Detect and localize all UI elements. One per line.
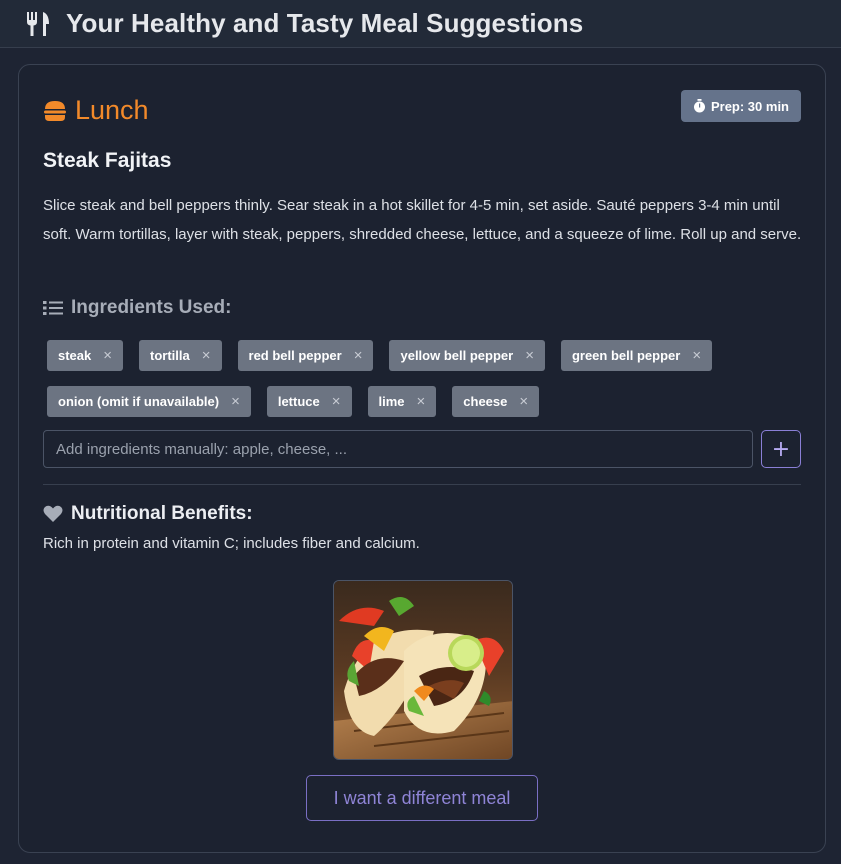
remove-ingredient-icon[interactable]: × bbox=[103, 347, 112, 364]
ingredient-tag-label: lime bbox=[378, 394, 405, 409]
page-title: Your Healthy and Tasty Meal Suggestions bbox=[66, 8, 584, 38]
meal-photo bbox=[333, 580, 513, 760]
meal-card: Lunch Prep: 30 min Steak Fajitas Slice s… bbox=[18, 64, 826, 853]
remove-ingredient-icon[interactable]: × bbox=[525, 347, 534, 364]
ingredients-heading: Ingredients Used: bbox=[43, 297, 231, 319]
prep-time-badge: Prep: 30 min bbox=[680, 90, 801, 122]
remove-ingredient-icon[interactable]: × bbox=[231, 393, 240, 410]
prep-time-label: Prep: 30 min bbox=[710, 98, 789, 114]
nutrition-description: Rich in protein and vitamin C; includes … bbox=[43, 535, 420, 552]
ingredient-tag-label: red bell pepper bbox=[248, 348, 342, 363]
app-header: Your Healthy and Tasty Meal Suggestions bbox=[0, 0, 841, 48]
nutrition-heading-label: Nutritional Benefits: bbox=[71, 503, 253, 524]
ingredient-tag: onion (omit if unavailable) × bbox=[47, 386, 251, 417]
ingredient-tag-label: green bell pepper bbox=[571, 348, 681, 363]
fork-knife-icon bbox=[27, 11, 49, 36]
ingredient-tag: lettuce × bbox=[266, 386, 352, 417]
ingredient-tag: cheese × bbox=[452, 386, 540, 417]
ingredient-tag-label: cheese bbox=[463, 394, 508, 409]
meal-description: Slice steak and bell peppers thinly. Sea… bbox=[43, 197, 802, 243]
remove-ingredient-icon[interactable]: × bbox=[519, 393, 528, 410]
ingredient-tag-label: yellow bell pepper bbox=[400, 348, 514, 363]
list-icon bbox=[43, 301, 63, 315]
remove-ingredient-icon[interactable]: × bbox=[202, 347, 211, 364]
remove-ingredient-icon[interactable]: × bbox=[692, 347, 701, 364]
ingredient-tag-label: tortilla bbox=[150, 348, 190, 363]
remove-ingredient-icon[interactable]: × bbox=[332, 393, 341, 410]
stopwatch-icon bbox=[693, 99, 705, 113]
ingredient-tag: green bell pepper × bbox=[560, 340, 713, 371]
section-divider bbox=[43, 484, 801, 485]
fajita-photo-illustration bbox=[334, 581, 512, 759]
ingredients-heading-label: Ingredients Used: bbox=[71, 297, 232, 318]
add-ingredient-input[interactable] bbox=[43, 430, 753, 468]
remove-ingredient-icon[interactable]: × bbox=[354, 347, 363, 364]
ingredient-tag-label: lettuce bbox=[277, 394, 320, 409]
ingredient-tag: lime × bbox=[367, 386, 437, 417]
ingredient-tag: red bell pepper × bbox=[237, 340, 374, 371]
burger-icon bbox=[44, 100, 66, 121]
nutrition-heading: Nutritional Benefits: bbox=[43, 503, 253, 525]
ingredient-tag-list: steak × tortilla × red bell pepper × yel… bbox=[47, 340, 807, 417]
heart-icon bbox=[43, 505, 63, 522]
meal-type-header: Lunch bbox=[43, 95, 149, 126]
ingredient-tag-label: onion (omit if unavailable) bbox=[58, 394, 220, 409]
ingredient-tag: yellow bell pepper × bbox=[389, 340, 545, 371]
remove-ingredient-icon[interactable]: × bbox=[417, 393, 426, 410]
ingredient-tag: tortilla × bbox=[139, 340, 222, 371]
different-meal-button[interactable]: I want a different meal bbox=[306, 775, 538, 821]
add-ingredient-button[interactable]: + bbox=[761, 430, 801, 468]
ingredient-tag-label: steak bbox=[58, 348, 92, 363]
ingredient-tag: steak × bbox=[47, 340, 124, 371]
meal-name: Steak Fajitas bbox=[43, 149, 172, 172]
meal-type: Lunch bbox=[75, 95, 149, 125]
